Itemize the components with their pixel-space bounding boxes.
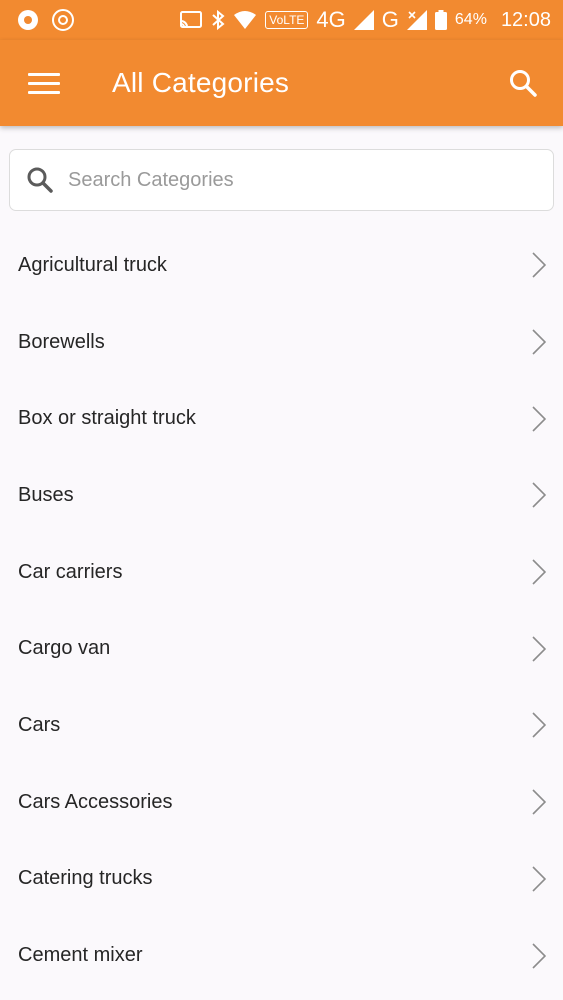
status-right: VoLTE 4G G 64% 12:08 [179, 7, 551, 33]
battery-percent: 64% [454, 11, 487, 28]
jio-icon [18, 10, 38, 30]
category-item[interactable]: Cars Accessories [0, 764, 563, 841]
category-item[interactable]: Box or straight truck [0, 380, 563, 457]
category-item[interactable]: Car carriers [0, 534, 563, 611]
chevron-right-icon [527, 557, 551, 587]
category-item[interactable]: Agricultural truck [0, 227, 563, 304]
chevron-right-icon [527, 250, 551, 280]
search-icon [27, 167, 53, 193]
status-left [18, 9, 74, 31]
category-label: Agricultural truck [18, 253, 167, 276]
category-label: Cement mixer [18, 944, 143, 967]
category-label: Cargo van [18, 637, 111, 660]
cast-icon [179, 10, 203, 30]
network-4g-label: 4G [316, 7, 346, 32]
hamburger-menu-icon [28, 67, 60, 100]
clock: 12:08 [500, 8, 551, 31]
category-item[interactable]: Borewells [0, 304, 563, 381]
chevron-right-icon [527, 941, 551, 971]
wifi-icon [233, 10, 257, 30]
search-categories-input[interactable] [68, 168, 508, 192]
chevron-right-icon [527, 480, 551, 510]
volte-indicator: VoLTE [265, 11, 309, 29]
sync-icon [52, 9, 74, 31]
chevron-right-icon [527, 710, 551, 740]
chevron-right-icon [527, 787, 551, 817]
menu-button[interactable] [0, 40, 88, 126]
chevron-right-icon [527, 404, 551, 434]
category-item[interactable]: Catering trucks [0, 841, 563, 918]
search-categories-field[interactable] [9, 149, 554, 211]
search-button[interactable] [483, 40, 563, 126]
app-screen: VoLTE 4G G 64% 12:08 All Categories Sear… [0, 0, 563, 1000]
category-list: Agricultural truck Borewells Box or stra… [0, 227, 563, 994]
chevron-right-icon [527, 327, 551, 357]
battery-icon [434, 10, 447, 30]
category-item[interactable]: Cargo van [0, 610, 563, 687]
category-label: Borewells [18, 330, 105, 353]
search-icon [510, 70, 537, 97]
category-label: Cars [18, 713, 61, 736]
app-bar: All Categories [0, 40, 563, 126]
network-g-label: G [381, 7, 399, 32]
category-label: Catering trucks [18, 867, 153, 890]
chevron-right-icon [527, 634, 551, 664]
chevron-right-icon [527, 864, 551, 894]
page-title: All Categories [112, 67, 290, 98]
category-item[interactable]: Buses [0, 457, 563, 534]
status-bar: VoLTE 4G G 64% 12:08 [0, 0, 563, 40]
category-item[interactable]: Cars [0, 687, 563, 764]
category-label: Box or straight truck [18, 407, 196, 430]
category-label: Car carriers [18, 560, 123, 583]
signal-icon [353, 10, 374, 30]
bluetooth-icon [211, 9, 225, 31]
category-label: Cars Accessories [18, 790, 173, 813]
category-label: Buses [18, 483, 74, 506]
category-item[interactable]: Cement mixer [0, 917, 563, 994]
signal-x-icon [406, 10, 427, 30]
